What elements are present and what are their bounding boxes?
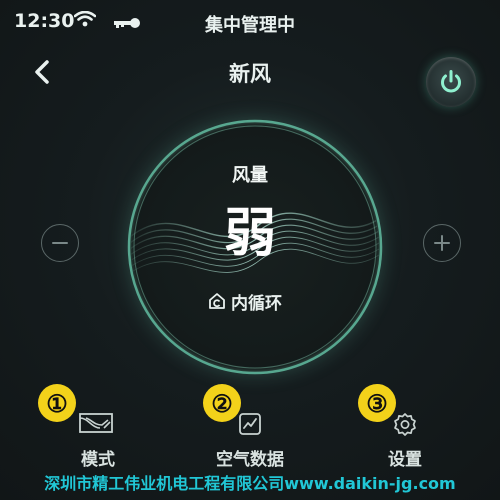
- air-data-icon: [239, 413, 261, 435]
- mode-label: 模式: [81, 450, 115, 470]
- mode-button[interactable]: 模式: [38, 412, 158, 472]
- central-management-status: 集中管理中: [205, 15, 295, 36]
- air-data-button[interactable]: 空气数据: [190, 412, 310, 472]
- circulation-mode-label: 内循环: [231, 293, 282, 314]
- minus-icon: [52, 242, 68, 244]
- settings-button[interactable]: 设置: [345, 412, 465, 472]
- mode-icon: [79, 413, 113, 433]
- airflow-label: 风量: [232, 165, 268, 186]
- watermark-text: 深圳市精工伟业机电工程有限公司www.daikin-jg.com: [44, 474, 456, 493]
- status-bar: 12:30 集中管理中: [0, 8, 500, 36]
- page-title: 新风: [229, 62, 271, 86]
- increase-airflow-button[interactable]: [423, 224, 461, 262]
- settings-label: 设置: [388, 450, 422, 470]
- air-data-label: 空气数据: [216, 450, 284, 470]
- decrease-airflow-button[interactable]: [41, 224, 79, 262]
- inner-circulation-icon: [209, 293, 225, 309]
- gear-icon: [394, 413, 416, 436]
- circulation-mode: 内循环: [209, 289, 282, 314]
- power-icon: [441, 70, 461, 93]
- plus-icon: [434, 235, 450, 251]
- power-button[interactable]: [426, 57, 476, 107]
